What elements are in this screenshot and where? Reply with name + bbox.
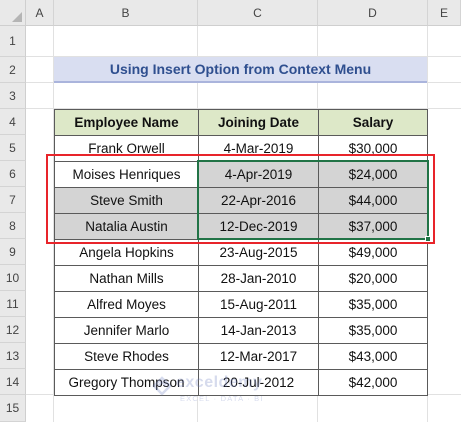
highlight-box [46,154,435,244]
cell-salary[interactable]: $42,000 [319,370,428,396]
row-header-5[interactable]: 5 [0,135,26,161]
cell-date[interactable]: 15-Aug-2011 [199,292,319,318]
cell-salary[interactable]: $35,000 [319,292,428,318]
column-header-d[interactable]: D [318,0,428,26]
cell-salary[interactable]: $43,000 [319,344,428,370]
row-header-2[interactable]: 2 [0,57,26,83]
cell-name[interactable]: Steve Rhodes [55,344,199,370]
cell-date[interactable]: 14-Jan-2013 [199,318,319,344]
row-header-4[interactable]: 4 [0,109,26,135]
row-header-11[interactable]: 11 [0,291,26,317]
cell-salary[interactable]: $35,000 [319,318,428,344]
row-header-9[interactable]: 9 [0,239,26,265]
column-header-a[interactable]: A [26,0,54,26]
column-header-c[interactable]: C [198,0,318,26]
row-header-1[interactable]: 1 [0,26,26,57]
row-header-13[interactable]: 13 [0,343,26,369]
row-header-3[interactable]: 3 [0,83,26,109]
header-employee-name[interactable]: Employee Name [55,110,199,136]
cell-salary[interactable]: $20,000 [319,266,428,292]
header-joining-date[interactable]: Joining Date [199,110,319,136]
column-header-b[interactable]: B [54,0,198,26]
sheet-title[interactable]: Using Insert Option from Context Menu [54,57,427,83]
cell-name[interactable]: Nathan Mills [55,266,199,292]
row-header-14[interactable]: 14 [0,369,26,395]
row-header-8[interactable]: 8 [0,213,26,239]
select-all-corner[interactable] [0,0,26,26]
select-all-triangle-icon [12,12,22,22]
header-salary[interactable]: Salary [319,110,428,136]
cell-date[interactable]: 28-Jan-2010 [199,266,319,292]
row-header-12[interactable]: 12 [0,317,26,343]
cell-name[interactable]: Alfred Moyes [55,292,199,318]
row-header-7[interactable]: 7 [0,187,26,213]
row-header-10[interactable]: 10 [0,265,26,291]
cell-date[interactable]: 12-Mar-2017 [199,344,319,370]
row-header-15[interactable]: 15 [0,395,26,422]
cell-date[interactable]: 20-Jul-2012 [199,370,319,396]
employee-table: Employee Name Joining Date Salary Frank … [54,109,428,396]
cell-name[interactable]: Jennifer Marlo [55,318,199,344]
cell-name[interactable]: Gregory Thompson [55,370,199,396]
row-header-6[interactable]: 6 [0,161,26,187]
column-header-e[interactable]: E [428,0,461,26]
